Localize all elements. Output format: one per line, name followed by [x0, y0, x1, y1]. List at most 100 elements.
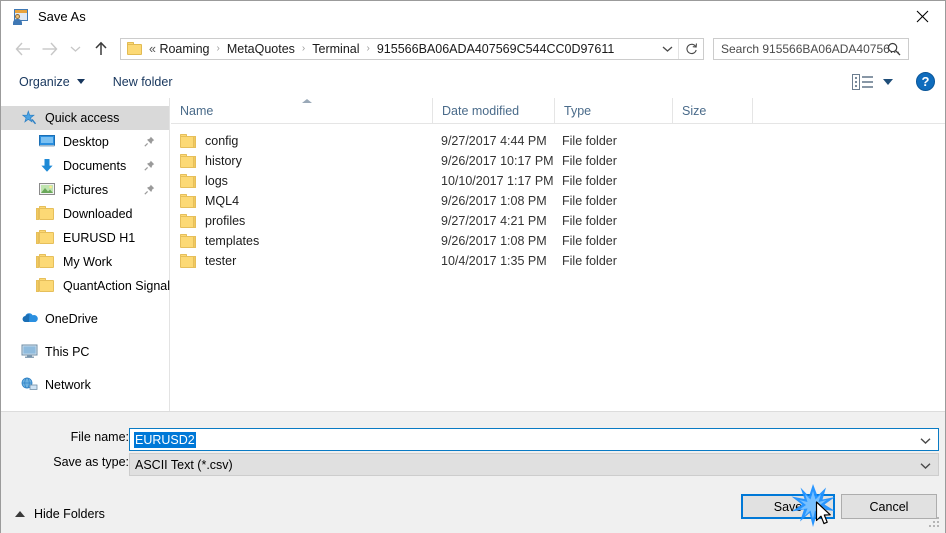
address-bar[interactable]: « Roaming › MetaQuotes › Terminal › 9155… [120, 37, 704, 60]
recent-locations-button[interactable] [62, 36, 88, 62]
folder-icon [180, 254, 196, 268]
folder-icon [36, 206, 56, 222]
file-name-input[interactable]: EURUSD2 [129, 428, 939, 451]
file-type-cell: File folder [562, 174, 617, 188]
table-row[interactable]: profiles 9/27/2017 4:21 PM File folder [171, 211, 945, 231]
file-date-cell: 9/27/2017 4:44 PM [441, 134, 547, 148]
file-type-cell: File folder [562, 154, 617, 168]
breadcrumb-separator: › [366, 43, 370, 54]
forward-button[interactable] [36, 36, 62, 62]
sidebar-item-this-pc[interactable]: This PC [1, 340, 169, 364]
organize-button[interactable]: Organize [12, 70, 92, 94]
chevron-up-icon [15, 511, 25, 517]
search-input[interactable]: Search 915566BA06ADA40756... [721, 42, 900, 56]
sidebar-item-pictures[interactable]: Pictures [1, 178, 169, 202]
column-header-date-modified[interactable]: Date modified [433, 98, 555, 123]
column-headers: Name Date modified Type Size [171, 98, 945, 124]
sidebar-item-eurusd-h1[interactable]: EURUSD H1 [1, 226, 169, 250]
column-header-size[interactable]: Size [673, 98, 753, 123]
file-name-cell: templates [180, 234, 259, 248]
help-icon[interactable]: ? [916, 72, 935, 91]
search-box[interactable]: Search 915566BA06ADA40756... [713, 37, 909, 60]
sidebar-item-my-work[interactable]: My Work [1, 250, 169, 274]
file-name-label: logs [205, 174, 228, 188]
this-pc-icon [21, 344, 38, 360]
file-name-label: templates [205, 234, 260, 248]
breadcrumb-separator: › [301, 43, 306, 54]
back-button[interactable] [10, 36, 36, 62]
table-row[interactable]: templates 9/26/2017 1:08 PM File folder [171, 231, 945, 251]
address-dropdown-button[interactable] [657, 39, 677, 59]
file-name-value: EURUSD2 [134, 431, 196, 448]
breadcrumb-item-current[interactable]: 915566BA06ADA407569C544CC0D97611 [375, 42, 616, 56]
arrow-left-icon [15, 42, 30, 55]
new-folder-button[interactable]: New folder [106, 70, 180, 94]
chevron-down-icon[interactable] [920, 434, 931, 448]
chevron-down-icon[interactable] [920, 459, 931, 473]
up-button[interactable] [88, 36, 114, 62]
file-type-cell: File folder [562, 134, 617, 148]
hide-folders-button[interactable]: Hide Folders [15, 507, 105, 521]
file-type-cell: File folder [562, 214, 617, 228]
file-name-cell: config [180, 134, 238, 148]
save-as-type-row: Save as type: ASCII Text (*.csv) [1, 453, 945, 476]
window-title: Save As [38, 9, 86, 24]
refresh-button[interactable] [678, 38, 703, 59]
search-icon [887, 42, 901, 59]
cancel-button[interactable]: Cancel [841, 494, 937, 519]
save-as-type-select[interactable]: ASCII Text (*.csv) [129, 453, 939, 476]
breadcrumb-item-metaquotes[interactable]: MetaQuotes [225, 42, 297, 56]
file-name-cell: logs [180, 174, 228, 188]
sidebar-item-desktop[interactable]: Desktop [1, 130, 169, 154]
command-toolbar: Organize New folder ? [1, 65, 945, 99]
file-name-cell: history [180, 154, 242, 168]
pin-icon[interactable] [144, 184, 155, 198]
sidebar-item-onedrive[interactable]: OneDrive [1, 307, 169, 331]
sidebar-item-downloaded[interactable]: Downloaded [1, 202, 169, 226]
sidebar-item-network[interactable]: Network [1, 373, 169, 397]
file-name-cell: MQL4 [180, 194, 239, 208]
column-header-name[interactable]: Name [171, 98, 433, 123]
arrow-up-icon [95, 41, 107, 55]
file-name-label: config [205, 134, 239, 148]
breadcrumb-item-terminal[interactable]: Terminal [310, 42, 361, 56]
sidebar-item-quantaction-signal[interactable]: QuantAction Signal [1, 274, 170, 298]
view-options-chevron-down-icon[interactable] [883, 78, 893, 85]
file-name-label: profiles [205, 214, 246, 228]
column-header-label: Date modified [442, 103, 520, 118]
column-header-label: Name [180, 103, 214, 118]
column-header-type[interactable]: Type [555, 98, 673, 123]
folder-icon [180, 174, 196, 188]
table-row[interactable]: MQL4 9/26/2017 1:08 PM File folder [171, 191, 945, 211]
close-button[interactable] [899, 1, 945, 32]
table-row[interactable]: config 9/27/2017 4:44 PM File folder [171, 131, 945, 151]
chevron-down-icon [76, 79, 85, 84]
file-date-cell: 10/4/2017 1:35 PM [441, 254, 547, 268]
pin-icon[interactable] [144, 160, 155, 174]
view-layout-icon[interactable] [852, 73, 874, 90]
onedrive-icon [21, 311, 38, 327]
file-list: Name Date modified Type Size config 9/27… [171, 98, 945, 411]
sidebar-item-label: My Work [63, 255, 113, 269]
table-row[interactable]: history 9/26/2017 10:17 PM File folder [171, 151, 945, 171]
close-icon [916, 10, 928, 23]
table-row[interactable]: tester 10/4/2017 1:35 PM File folder [171, 251, 945, 271]
save-as-type-label: Save as type: [53, 455, 129, 469]
pictures-icon [39, 182, 56, 198]
table-row[interactable]: logs 10/10/2017 1:17 PM File folder [171, 171, 945, 191]
sidebar-item-quick-access[interactable]: Quick access [1, 106, 169, 130]
sidebar-item-documents[interactable]: Documents [1, 154, 169, 178]
file-type-cell: File folder [562, 234, 617, 248]
pin-icon[interactable] [144, 136, 155, 150]
chevron-down-icon [662, 46, 672, 52]
organize-label: Organize [19, 74, 70, 89]
refresh-icon [685, 43, 697, 55]
save-button[interactable]: Save [741, 494, 835, 519]
file-date-cell: 9/26/2017 1:08 PM [441, 234, 547, 248]
file-date-cell: 9/26/2017 10:17 PM [441, 154, 554, 168]
file-date-cell: 10/10/2017 1:17 PM [441, 174, 554, 188]
breadcrumb-item-roaming[interactable]: Roaming [157, 42, 211, 56]
breadcrumb-ellipsis[interactable]: « [142, 42, 157, 56]
resize-grip-icon[interactable] [929, 517, 941, 529]
file-name-label: tester [205, 254, 237, 268]
